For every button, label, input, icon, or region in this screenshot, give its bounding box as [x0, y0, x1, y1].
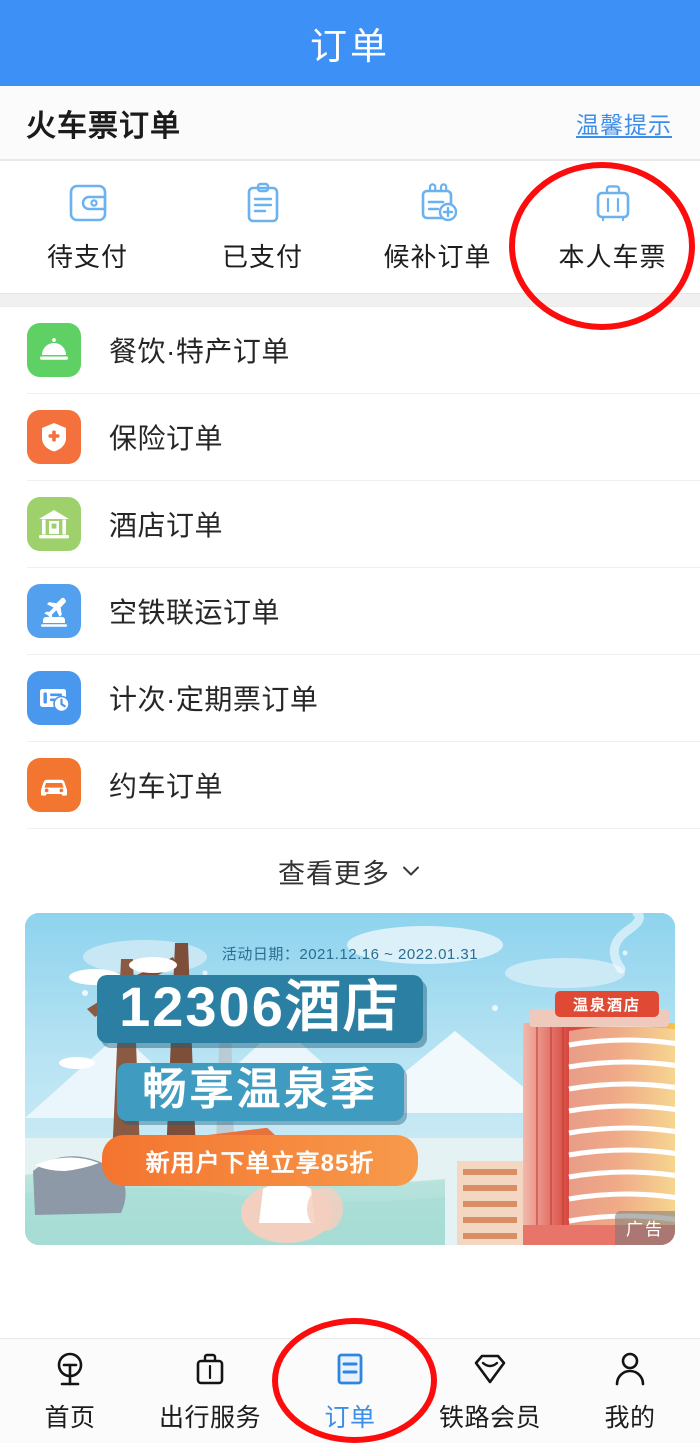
nav-item-railway-member[interactable]: 铁路会员 — [420, 1339, 560, 1443]
order-document-icon — [337, 1353, 363, 1384]
view-more-button[interactable]: 查看更多 — [0, 829, 700, 913]
quick-tab-paid[interactable]: 已支付 — [175, 161, 350, 293]
nav-label: 铁路会员 — [438, 1403, 541, 1432]
nav-label: 订单 — [324, 1403, 376, 1432]
quick-tab-waitlist-order[interactable]: 候补订单 — [350, 161, 525, 293]
quick-tab-pending-payment[interactable]: 待支付 — [0, 161, 175, 293]
quick-tab-label: 待支付 — [46, 242, 128, 272]
banner-promo-pill: 新用户下单立享85折 — [25, 1135, 495, 1186]
nav-item-orders[interactable]: 订单 — [280, 1339, 420, 1443]
quick-tab-label: 候补订单 — [383, 242, 492, 272]
quick-tab-my-tickets[interactable]: 本人车票 — [525, 161, 700, 293]
nav-label: 出行服务 — [158, 1403, 261, 1432]
svg-text:温泉酒店: 温泉酒店 — [573, 996, 641, 1014]
nav-label: 我的 — [604, 1403, 656, 1432]
list-item-label: 保险订单 — [109, 423, 224, 454]
list-item-label: 空铁联运订单 — [109, 597, 281, 628]
clipboard-icon — [247, 182, 278, 223]
list-item[interactable]: 餐饮·特产订单 — [27, 307, 700, 394]
order-category-list: 餐饮·特产订单 保险订单 酒店订单 空铁联运订单 计次·定期票订单 约车订单 — [0, 307, 700, 829]
banner-subhead-box: 畅享温泉季 — [25, 1063, 495, 1121]
promo-banner-wrapper: 12306酒店 — [0, 913, 700, 1245]
list-item[interactable]: 保险订单 — [27, 394, 700, 481]
ticket-clock-icon — [27, 671, 81, 725]
chevron-down-icon — [403, 866, 419, 876]
list-item[interactable]: 酒店订单 — [27, 481, 700, 568]
warm-tips-link[interactable]: 温馨提示 — [576, 106, 672, 140]
service-bell-icon — [27, 323, 81, 377]
section-title: 火车票订单 — [26, 109, 181, 143]
list-item-label: 餐饮·特产订单 — [109, 336, 290, 367]
calendar-plus-icon — [421, 183, 457, 222]
ad-label: 广告 — [615, 1211, 675, 1245]
page-title: 订单 — [310, 26, 390, 67]
list-item[interactable]: 计次·定期票订单 — [27, 655, 700, 742]
order-page: 订单 火车票订单 温馨提示 待支付 已支付 候补订单 本人车票 餐饮·特产订单 … — [0, 0, 700, 1443]
bottom-navigation: 首页 出行服务 订单 铁路会员 我的 — [0, 1338, 700, 1443]
list-item-label: 约车订单 — [109, 771, 224, 802]
list-item-label: 酒店订单 — [109, 510, 224, 541]
quick-tab-label: 本人车票 — [558, 242, 667, 272]
quick-tab-label: 已支付 — [221, 242, 303, 272]
diamond-icon — [474, 1354, 506, 1383]
plane-train-icon — [27, 584, 81, 638]
hotel-house-icon — [27, 497, 81, 551]
promo-banner[interactable]: 12306酒店 — [25, 913, 675, 1245]
quick-tabs-row: 待支付 已支付 候补订单 本人车票 — [0, 161, 700, 293]
list-item[interactable]: 空铁联运订单 — [27, 568, 700, 655]
nav-item-profile[interactable]: 我的 — [560, 1339, 700, 1443]
section-separator — [0, 293, 700, 307]
page-header: 订单 — [0, 0, 700, 86]
list-item[interactable]: 约车订单 — [27, 742, 700, 829]
person-icon — [615, 1352, 645, 1385]
content-spacer — [0, 1245, 700, 1338]
wallet-icon — [69, 184, 106, 222]
suitcase-icon — [596, 185, 629, 222]
banner-headline-box: 12306酒店 — [25, 975, 495, 1043]
nav-item-travel-service[interactable]: 出行服务 — [140, 1339, 280, 1443]
banner-date-line: 活动日期：2021.12.16 ~ 2022.01.31 — [221, 946, 479, 963]
car-icon — [27, 758, 81, 812]
railway-icon — [57, 1352, 83, 1385]
suitcase-icon — [196, 1353, 224, 1384]
nav-item-home[interactable]: 首页 — [0, 1339, 140, 1443]
nav-label: 首页 — [44, 1403, 96, 1432]
view-more-label: 查看更多 — [278, 858, 390, 889]
train-ticket-section-header: 火车票订单 温馨提示 — [0, 86, 700, 159]
list-item-label: 计次·定期票订单 — [109, 684, 319, 715]
shield-cross-icon — [27, 410, 81, 464]
